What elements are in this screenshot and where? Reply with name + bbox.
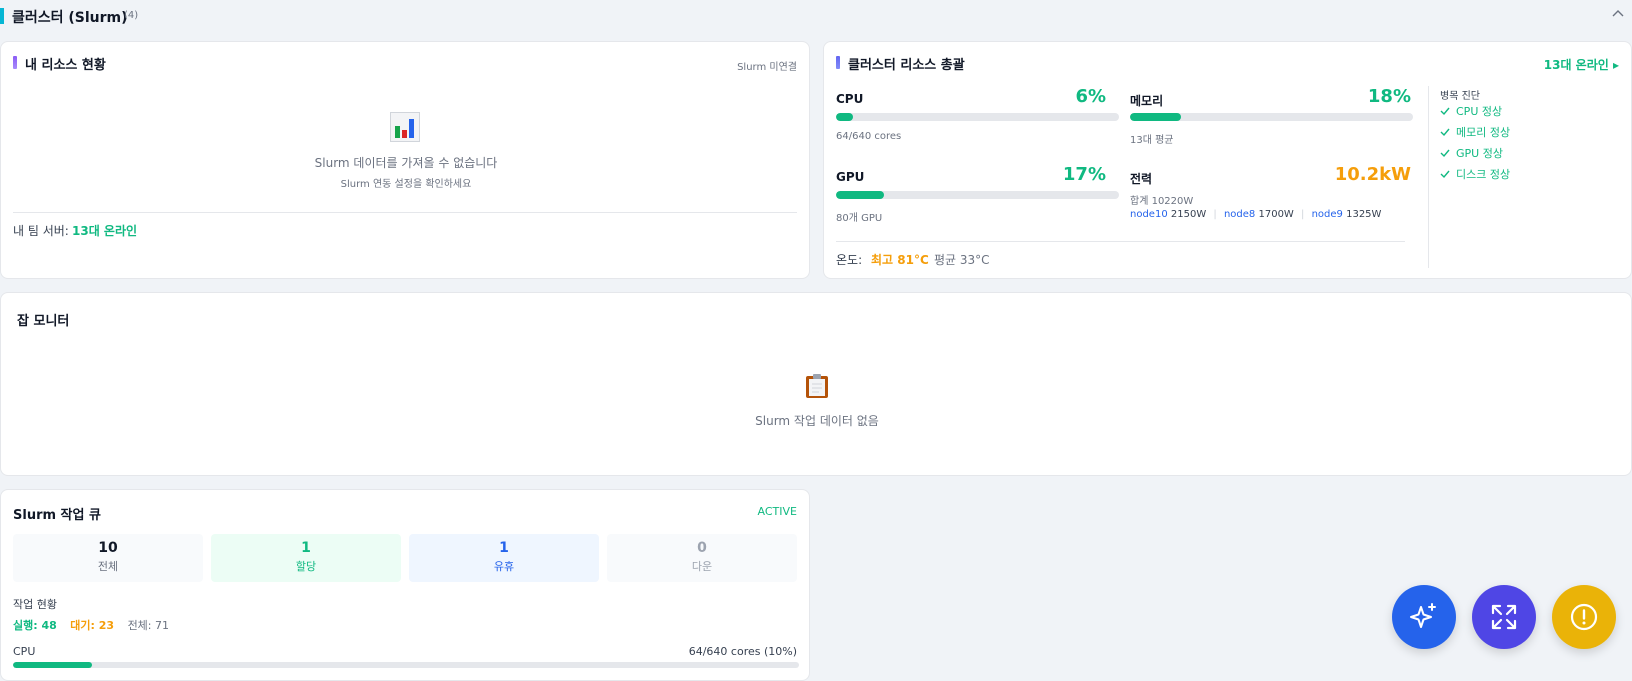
clipboard-icon xyxy=(806,374,828,398)
queue-cpu-bar-fill xyxy=(13,662,92,668)
gpu-sub: 80개 GPU xyxy=(836,213,883,224)
alert-icon xyxy=(1570,603,1598,631)
my-resources-card: 내 리소스 현황 Slurm 미연결 Slurm 데이터를 가져올 수 없습니다… xyxy=(0,41,810,279)
online-nodes-link[interactable]: 13대 온라인 ▸ xyxy=(1544,56,1619,73)
stat-down: 0 다운 xyxy=(607,534,797,582)
node-link[interactable]: node10 xyxy=(1130,209,1168,220)
queue-status-badge: ACTIVE xyxy=(757,505,797,518)
check-icon xyxy=(1440,107,1450,116)
work-status-stats: 실행: 48 대기: 23 전체: 71 xyxy=(13,617,169,633)
node-watts: 1700W xyxy=(1258,209,1294,220)
job-monitor-title: 잡 모니터 xyxy=(17,314,70,329)
bottleneck-item: CPU 정상 xyxy=(1440,103,1502,119)
empty-sub-message: Slurm 연동 설정을 확인하세요 xyxy=(340,179,472,190)
section-count: (4) xyxy=(124,10,139,21)
memory-value: 18% xyxy=(1367,86,1411,107)
power-node-list: node10 2150W | node8 1700W | node9 1325W xyxy=(1130,209,1382,220)
ai-assistant-button[interactable] xyxy=(1392,585,1456,649)
cpu-bar xyxy=(836,113,1119,121)
fullscreen-button[interactable] xyxy=(1472,585,1536,649)
bottleneck-item: GPU 정상 xyxy=(1440,145,1503,161)
job-queue-card: Slurm 작업 큐 ACTIVE 10 전체 1 할당 1 유휴 0 다운 작… xyxy=(0,489,810,681)
total-count: 전체: 71 xyxy=(127,619,170,632)
queue-cpu-label: CPU xyxy=(13,645,36,658)
alerts-button[interactable] xyxy=(1552,585,1616,649)
gpu-label: GPU xyxy=(836,170,865,184)
memory-label: 메모리 xyxy=(1130,94,1164,108)
empty-message: Slurm 데이터를 가져올 수 없습니다 xyxy=(314,156,498,170)
team-server-value: 13대 온라인 xyxy=(72,224,138,238)
temperature-max: 최고 81°C xyxy=(871,253,929,267)
memory-sub: 13대 평균 xyxy=(1130,135,1174,146)
slurm-status: Slurm 미연결 xyxy=(737,62,797,73)
waiting-count: 대기: 23 xyxy=(70,619,115,632)
power-value: 10.2kW xyxy=(1334,164,1411,185)
temperature-avg: 평균 33°C xyxy=(934,253,990,267)
cpu-sub: 64/640 cores xyxy=(836,131,902,142)
job-empty-message: Slurm 작업 데이터 없음 xyxy=(755,414,879,428)
divider xyxy=(13,212,797,213)
memory-bar-fill xyxy=(1130,113,1181,121)
stat-idle: 1 유휴 xyxy=(409,534,599,582)
expand-icon xyxy=(1491,604,1517,630)
queue-cpu-value: 64/640 cores (10%) xyxy=(688,645,797,658)
cpu-label: CPU xyxy=(836,92,864,106)
memory-bar xyxy=(1130,113,1413,121)
cluster-summary-card: 클러스터 리소스 총괄 13대 온라인 ▸ CPU 6% 64/640 core… xyxy=(823,41,1632,279)
title-accent xyxy=(13,56,17,69)
gpu-bar-fill xyxy=(836,191,885,199)
bottleneck-title: 병목 진단 xyxy=(1440,91,1480,102)
check-icon xyxy=(1440,170,1450,179)
bar-chart-icon xyxy=(390,112,420,142)
title-accent xyxy=(836,56,840,69)
power-label: 전력 xyxy=(1130,172,1153,186)
cluster-section-header[interactable]: 클러스터 (Slurm) (4) xyxy=(0,0,1632,32)
stat-allocated: 1 할당 xyxy=(211,534,401,582)
temperature-label: 온도: xyxy=(836,253,863,267)
my-resources-title: 내 리소스 현황 xyxy=(25,58,106,73)
gpu-value: 17% xyxy=(1062,164,1106,185)
sparkles-icon xyxy=(1410,603,1436,628)
node-link[interactable]: node8 xyxy=(1224,209,1255,220)
section-title: 클러스터 (Slurm) xyxy=(12,10,128,26)
cpu-bar-fill xyxy=(836,113,853,121)
section-accent-bar xyxy=(0,8,4,24)
power-sub: 합계 10220W xyxy=(1130,196,1194,207)
job-monitor-card: 잡 모니터 Slurm 작업 데이터 없음 xyxy=(0,292,1632,476)
bottleneck-item: 디스크 정상 xyxy=(1440,166,1510,182)
cpu-value: 6% xyxy=(1075,86,1106,107)
work-status-title: 작업 현황 xyxy=(13,598,57,611)
running-count: 실행: 48 xyxy=(13,619,57,632)
check-icon xyxy=(1440,128,1450,137)
stat-total: 10 전체 xyxy=(13,534,203,582)
gpu-bar xyxy=(836,191,1119,199)
check-icon xyxy=(1440,149,1450,158)
team-server-label: 내 팀 서버: xyxy=(13,224,69,238)
vertical-divider xyxy=(1428,86,1429,268)
divider xyxy=(836,241,1405,242)
node-watts: 2150W xyxy=(1170,209,1207,220)
cluster-summary-title: 클러스터 리소스 총괄 xyxy=(848,58,965,73)
queue-cpu-bar xyxy=(13,662,799,668)
node-link[interactable]: node9 xyxy=(1312,209,1343,220)
job-queue-title: Slurm 작업 큐 xyxy=(13,508,101,523)
bottleneck-item: 메모리 정상 xyxy=(1440,124,1510,140)
chevron-up-icon[interactable] xyxy=(1610,6,1626,22)
node-watts: 1325W xyxy=(1346,209,1382,220)
